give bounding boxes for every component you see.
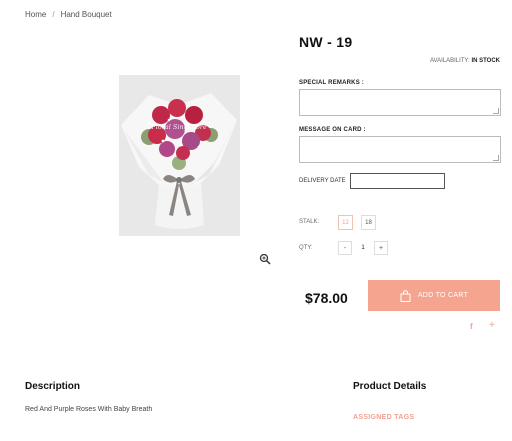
stalk-option-18[interactable]: 18 <box>361 215 376 230</box>
delivery-date-label: DELIVERY DATE <box>299 178 346 184</box>
zoom-icon[interactable] <box>259 253 271 265</box>
bag-icon <box>400 289 411 302</box>
facebook-share-icon[interactable]: f <box>470 322 473 331</box>
product-details-heading: Product Details <box>353 381 427 392</box>
product-image[interactable]: Floral Singapore <box>119 75 240 236</box>
special-remarks-textarea[interactable] <box>299 89 501 116</box>
breadcrumb-current: Hand Bouquet <box>60 10 112 19</box>
description-text: Red And Purple Roses With Baby Breath <box>25 406 153 413</box>
breadcrumb-separator: / <box>52 10 55 19</box>
more-share-icon[interactable]: + <box>489 320 495 331</box>
assigned-tags-heading[interactable]: ASSIGNED TAGS <box>353 414 414 421</box>
delivery-date-input[interactable] <box>350 173 445 189</box>
add-to-cart-label: ADD TO CART <box>417 292 469 299</box>
message-card-textarea[interactable] <box>299 136 501 163</box>
product-title: NW - 19 <box>299 34 353 50</box>
stalk-option-12[interactable]: 12 <box>338 215 353 230</box>
image-watermark: Floral Singapore <box>150 123 207 131</box>
special-remarks-label: SPECIAL REMARKS : <box>299 80 364 86</box>
quantity-increase-button[interactable]: + <box>374 241 388 255</box>
quantity-value[interactable]: 1 <box>356 241 370 255</box>
breadcrumb-home-link[interactable]: Home <box>25 10 46 19</box>
availability-label: AVAILABILITY: <box>429 58 470 64</box>
product-price: $78.00 <box>305 290 348 306</box>
quantity-label: QTY: <box>299 245 313 251</box>
add-to-cart-button[interactable]: ADD TO CART <box>368 280 500 311</box>
message-card-label: MESSAGE ON CARD : <box>299 127 366 133</box>
breadcrumb: Home / Hand Bouquet <box>25 10 112 19</box>
quantity-decrease-button[interactable]: - <box>338 241 352 255</box>
stalk-label: STALK: <box>299 219 320 225</box>
description-heading: Description <box>25 381 81 392</box>
availability-status: AVAILABILITY: IN STOCK <box>430 58 500 64</box>
availability-value: IN STOCK <box>471 58 500 64</box>
